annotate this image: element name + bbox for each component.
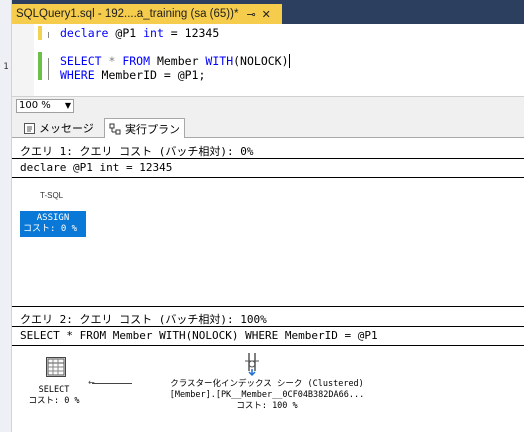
- messages-icon: [24, 122, 35, 134]
- divider: [12, 177, 524, 178]
- keyword: FROM: [122, 54, 151, 68]
- query2-header: クエリ 2: クエリ コスト (バッチ相対): 100%: [20, 313, 267, 326]
- change-indicator: [38, 26, 42, 40]
- select-operator-cost: コスト: 0 %: [28, 396, 80, 406]
- editor-margin: [12, 24, 34, 96]
- select-operator-name: SELECT: [38, 385, 70, 395]
- keyword: SELECT: [60, 54, 102, 68]
- code-text: = 12345: [163, 26, 220, 40]
- query1-header: クエリ 1: クエリ コスト (バッチ相対): 0%: [20, 145, 254, 158]
- code-fold-mark: [48, 32, 58, 38]
- clustered-index-seek-icon[interactable]: [242, 351, 264, 377]
- keyword: int: [143, 26, 164, 40]
- code-text: Member: [150, 54, 206, 68]
- chevron-down-icon: ▼: [64, 101, 71, 110]
- close-icon[interactable]: ✕: [262, 8, 271, 21]
- seek-operator-object: [Member].[PK__Member__0CF04B382DA66...: [169, 390, 365, 400]
- zoom-value: 100 %: [19, 100, 51, 111]
- zoom-dropdown[interactable]: 100 % ▼: [16, 99, 74, 113]
- results-tab-strip: メッセージ 実行プラン: [12, 114, 524, 138]
- execution-plan-pane[interactable]: クエリ 1: クエリ コスト (バッチ相対): 0% declare @P1 i…: [12, 139, 524, 432]
- assign-operator-cost: コスト: 0 %: [23, 224, 78, 234]
- sql-editor[interactable]: declare @P1 int = 12345 SELECT * FROM Me…: [12, 24, 524, 96]
- text-cursor: ​: [288, 54, 290, 68]
- tab-execution-plan[interactable]: 実行プラン: [104, 118, 185, 138]
- code-fold-mark: [48, 58, 58, 80]
- zoom-bar: 100 % ▼: [12, 96, 524, 114]
- data-flow-arrow: [92, 383, 132, 384]
- gutter-mark: 1: [3, 62, 9, 72]
- left-panel-gutter: 1: [0, 0, 12, 432]
- keyword: declare: [60, 26, 109, 40]
- execution-plan-icon: [109, 123, 121, 135]
- tsql-label: T-SQL: [40, 191, 64, 200]
- keyword: WHERE: [60, 68, 95, 82]
- query2-statement: SELECT * FROM Member WITH(NOLOCK) WHERE …: [20, 329, 378, 342]
- keyword: WITH: [205, 54, 234, 68]
- code-text: @P1: [108, 26, 144, 40]
- tab-messages[interactable]: メッセージ: [20, 118, 98, 138]
- assign-operator[interactable]: ASSIGN コスト: 0 %: [20, 211, 86, 237]
- tab-execution-plan-label: 実行プラン: [125, 122, 180, 136]
- code-text: MemberID = @P1;: [94, 68, 206, 82]
- code-line-1[interactable]: declare @P1 int = 12345: [60, 26, 219, 40]
- select-operator-icon[interactable]: [46, 357, 66, 377]
- code-line-4[interactable]: WHERE MemberID = @P1;: [60, 68, 205, 82]
- pin-icon[interactable]: ⊸: [246, 8, 255, 21]
- seek-operator-name: クラスター化インデックス シーク (Clustered): [170, 379, 364, 389]
- code-line-3[interactable]: SELECT * FROM Member WITH(NOLOCK)​: [60, 54, 290, 68]
- code-text: *: [101, 54, 123, 68]
- saved-change-indicator: [38, 52, 42, 80]
- code-text: (NOLOCK): [233, 54, 289, 68]
- query1-statement: declare @P1 int = 12345: [20, 161, 173, 174]
- divider: [12, 326, 524, 327]
- seek-operator-cost: コスト: 100 %: [236, 401, 298, 411]
- document-tab-title: SQLQuery1.sql - 192....a_training (sa (6…: [16, 8, 239, 20]
- tab-messages-label: メッセージ: [39, 122, 94, 135]
- document-tab[interactable]: SQLQuery1.sql - 192....a_training (sa (6…: [12, 4, 282, 24]
- divider: [12, 158, 524, 159]
- assign-operator-name: ASSIGN: [36, 213, 70, 223]
- divider: [12, 345, 524, 346]
- divider: [12, 306, 524, 307]
